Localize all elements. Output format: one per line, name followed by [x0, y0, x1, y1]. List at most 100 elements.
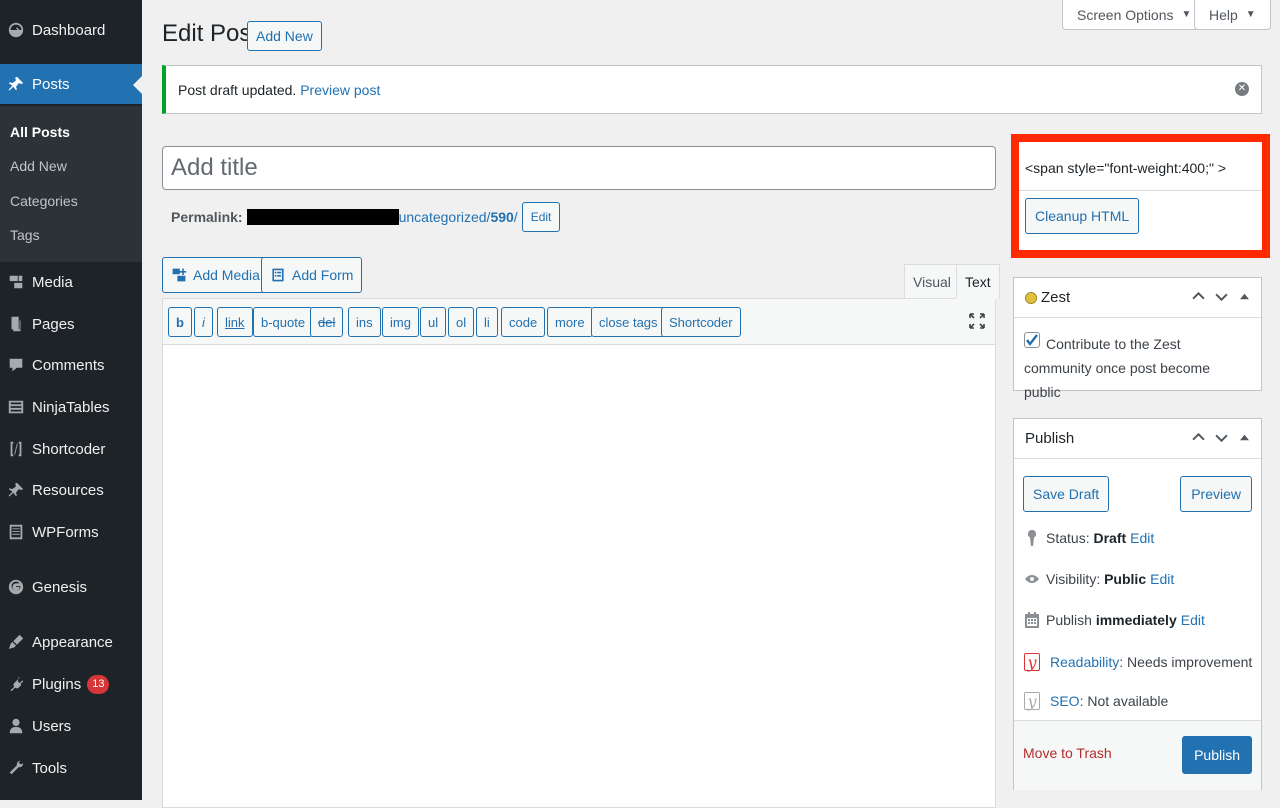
- sidebar-item-label: Users: [32, 717, 72, 735]
- save-draft-button[interactable]: Save Draft: [1023, 476, 1110, 512]
- shortcode-icon: [0, 440, 32, 458]
- content-textarea[interactable]: [163, 345, 995, 807]
- seo-link[interactable]: SEO: [1050, 693, 1080, 709]
- sidebar-item-appearance[interactable]: Appearance: [0, 622, 142, 662]
- slug-suffix: /: [513, 209, 518, 225]
- sidebar-item-wpforms[interactable]: WPForms: [0, 512, 142, 552]
- status-label: Status:: [1046, 530, 1090, 546]
- sidebar-item-label: WPForms: [32, 523, 99, 541]
- edit-status-link[interactable]: Edit: [1130, 530, 1154, 546]
- move-down-icon[interactable]: [1215, 431, 1228, 444]
- plug-icon: [0, 675, 32, 693]
- quicktag-link-button[interactable]: link: [217, 307, 253, 337]
- slug-prefix: uncategorized/: [398, 209, 491, 225]
- permalink-label: Permalink:: [171, 209, 243, 225]
- screen-options-button[interactable]: Screen Options ▼: [1062, 0, 1207, 30]
- readability-row: y Readability: Needs improvement: [1024, 653, 1252, 672]
- quicktag-italic-button[interactable]: i: [194, 307, 213, 337]
- sidebar-item-posts[interactable]: Posts: [0, 64, 142, 104]
- tab-visual[interactable]: Visual: [904, 264, 960, 299]
- sidebar-item-ninjatables[interactable]: NinjaTables: [0, 387, 142, 427]
- quicktag-bquote-button[interactable]: b-quote: [253, 307, 314, 337]
- yoast-readability-icon: y: [1024, 653, 1040, 672]
- preview-button[interactable]: Preview: [1180, 476, 1252, 512]
- collapse-toggle-icon[interactable]: [1238, 431, 1251, 444]
- divider: [1019, 190, 1262, 191]
- permalink-edit-button[interactable]: Edit: [521, 202, 561, 232]
- sidebar-item-label: Genesis: [32, 578, 88, 596]
- sidebar-item-tools[interactable]: Tools: [0, 748, 142, 788]
- add-media-label: Add Media: [193, 267, 260, 283]
- submenu-all-posts[interactable]: All Posts: [10, 124, 70, 140]
- sidebar-item-label: Plugins: [32, 675, 82, 693]
- add-form-button[interactable]: Add Form: [261, 257, 363, 293]
- quicktag-more-button[interactable]: more: [547, 307, 593, 337]
- preview-post-link[interactable]: Preview post: [300, 82, 380, 98]
- help-label: Help: [1209, 6, 1238, 23]
- sidebar-item-dashboard[interactable]: Dashboard: [0, 10, 142, 50]
- sidebar-item-label: Tools: [32, 759, 68, 777]
- zest-contribute-label: Contribute to the Zest community once po…: [1024, 336, 1210, 400]
- quicktag-ins-button[interactable]: ins: [348, 307, 381, 337]
- submenu-add-new[interactable]: Add New: [10, 158, 67, 174]
- success-notice: Post draft updated. Preview post ✕: [162, 65, 1262, 114]
- quicktag-img-button[interactable]: img: [382, 307, 419, 337]
- sidebar-item-pages[interactable]: Pages: [0, 304, 142, 344]
- dismiss-notice-icon[interactable]: ✕: [1235, 82, 1249, 96]
- zest-box-header[interactable]: Zest: [1014, 278, 1261, 318]
- page-title: Edit Post: [162, 20, 259, 47]
- move-up-icon[interactable]: [1192, 290, 1205, 303]
- sidebar-item-genesis[interactable]: Genesis: [0, 567, 142, 607]
- add-new-button[interactable]: Add New: [247, 21, 322, 51]
- edit-publish-date-link[interactable]: Edit: [1181, 612, 1205, 628]
- publish-button[interactable]: Publish: [1182, 736, 1252, 774]
- sidebar-item-plugins[interactable]: Plugins 13: [0, 664, 142, 704]
- permalink-url[interactable]: uncategorized/590/: [399, 209, 518, 225]
- sidebar-item-media[interactable]: Media: [0, 262, 142, 302]
- quicktags-toolbar: b i link b-quote del ins img ul ol li co…: [163, 299, 995, 345]
- cleanup-html-button[interactable]: Cleanup HTML: [1025, 198, 1140, 234]
- readability-link[interactable]: Readability: [1050, 654, 1119, 670]
- quicktag-code-button[interactable]: code: [501, 307, 546, 337]
- sidebar-item-shortcoder[interactable]: Shortcoder: [0, 429, 142, 469]
- sidebar-item-label: Pages: [32, 315, 75, 333]
- publish-title: Publish: [1025, 430, 1075, 447]
- submenu-tags[interactable]: Tags: [10, 227, 40, 243]
- quicktag-del-button[interactable]: del: [310, 307, 344, 337]
- collapse-toggle-icon[interactable]: [1238, 290, 1251, 303]
- quicktag-close-tags-button[interactable]: close tags: [591, 307, 666, 337]
- form-icon: [272, 268, 284, 282]
- publish-box: Publish Save Draft Preview Status: Draft…: [1013, 418, 1262, 790]
- quicktag-shortcoder-button[interactable]: Shortcoder: [661, 307, 741, 337]
- move-up-icon[interactable]: [1192, 431, 1205, 444]
- fullscreen-icon[interactable]: [967, 311, 987, 331]
- submenu-categories[interactable]: Categories: [10, 193, 78, 209]
- quicktag-bold-button[interactable]: b: [168, 307, 192, 337]
- sidebar-item-resources[interactable]: Resources: [0, 470, 142, 510]
- dashboard-icon: [0, 21, 32, 39]
- help-button[interactable]: Help ▼: [1194, 0, 1271, 30]
- screen-options-label: Screen Options: [1077, 6, 1174, 23]
- publish-box-header[interactable]: Publish: [1014, 419, 1261, 459]
- quicktag-ol-button[interactable]: ol: [448, 307, 475, 337]
- edit-visibility-link[interactable]: Edit: [1150, 571, 1174, 587]
- quicktag-li-button[interactable]: li: [476, 307, 498, 337]
- sidebar-item-label: Dashboard: [32, 21, 106, 39]
- quicktag-ul-button[interactable]: ul: [420, 307, 447, 337]
- caret-down-icon: ▼: [1181, 9, 1192, 20]
- add-media-button[interactable]: Add Media: [162, 257, 269, 293]
- zest-title: Zest: [1041, 289, 1071, 306]
- genesis-icon: [0, 578, 32, 596]
- box-controls: [1192, 290, 1251, 303]
- tab-text[interactable]: Text: [956, 264, 1000, 299]
- active-indicator: [133, 76, 142, 94]
- sidebar-item-comments[interactable]: Comments: [0, 345, 142, 385]
- detected-html-code: <span style="font-weight:400;" >: [1025, 160, 1227, 176]
- update-count-badge: 13: [87, 674, 110, 694]
- post-title-input[interactable]: [162, 146, 996, 190]
- move-down-icon[interactable]: [1215, 290, 1228, 303]
- move-to-trash-link[interactable]: Move to Trash: [1023, 745, 1112, 761]
- seo-row: y SEO: Not available: [1024, 692, 1168, 711]
- add-form-label: Add Form: [292, 267, 354, 283]
- sidebar-item-users[interactable]: Users: [0, 706, 142, 746]
